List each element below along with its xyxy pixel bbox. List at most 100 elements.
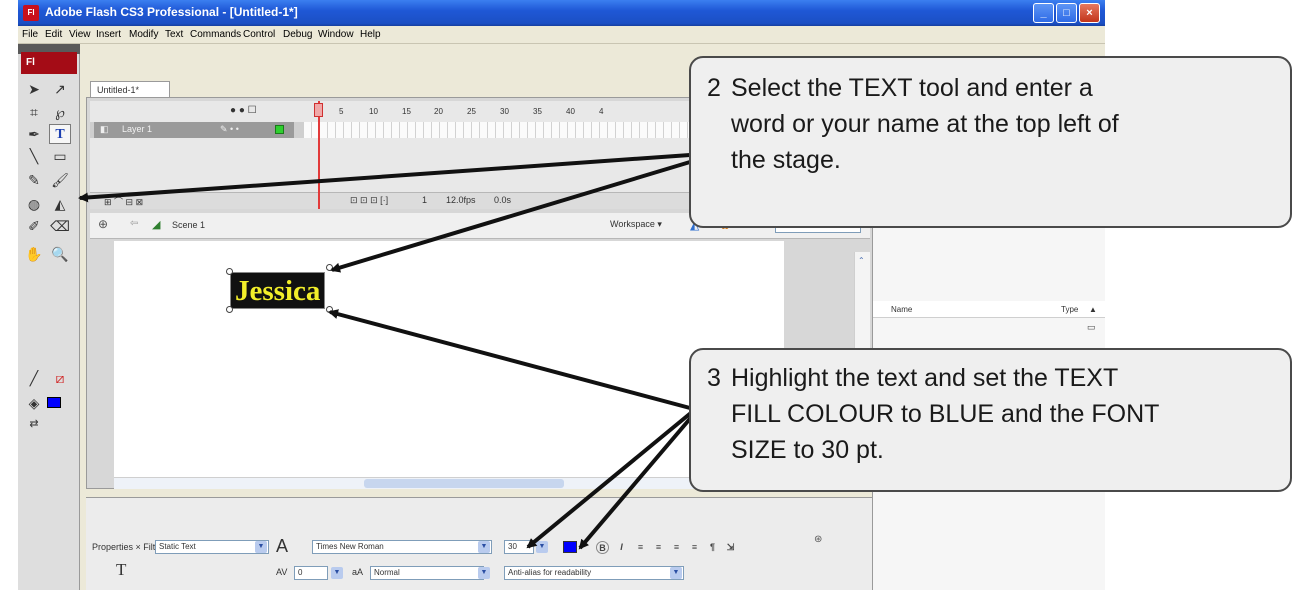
menu-insert[interactable]: Insert bbox=[96, 29, 121, 40]
close-button[interactable]: × bbox=[1079, 3, 1100, 23]
callout-step-3: 3 Highlight the text and set the TEXT FI… bbox=[689, 348, 1292, 492]
minimize-button[interactable]: _ bbox=[1033, 3, 1054, 23]
anti-alias-select[interactable]: Anti-alias for readability bbox=[504, 566, 684, 580]
playhead[interactable] bbox=[318, 101, 320, 209]
paragraph-icon[interactable]: ¶ bbox=[706, 541, 719, 554]
align-center-icon[interactable]: ≡ bbox=[652, 541, 665, 554]
pencil-icon: ✎ • • bbox=[220, 124, 239, 134]
menu-modify[interactable]: Modify bbox=[129, 29, 158, 40]
scene-name[interactable]: Scene 1 bbox=[172, 220, 205, 230]
frame-num: 25 bbox=[467, 107, 476, 116]
text-fill-color-swatch[interactable] bbox=[563, 541, 577, 553]
letter-spacing-field[interactable]: 0 bbox=[294, 566, 328, 580]
frame-rate: 12.0fps bbox=[446, 195, 476, 205]
font-icon: A bbox=[276, 536, 289, 556]
font-size-field[interactable]: 30 bbox=[504, 540, 534, 554]
selection-handle[interactable] bbox=[326, 306, 333, 313]
baseline-select[interactable]: Normal bbox=[370, 566, 484, 580]
align-left-icon[interactable]: ≡ bbox=[634, 541, 647, 554]
text-tool-icon[interactable]: T bbox=[49, 124, 71, 144]
menu-view[interactable]: View bbox=[69, 29, 91, 40]
swap-colors-icon[interactable]: ⇄ bbox=[23, 414, 45, 434]
layer-buttons-icon[interactable]: ⊞ ⌒ ⊟ ⊠ bbox=[104, 195, 143, 208]
library-col-type[interactable]: Type bbox=[1061, 305, 1078, 314]
callout-line: FILL COLOUR to BLUE and the FONT bbox=[731, 400, 1160, 428]
frame-num: 5 bbox=[339, 107, 344, 116]
eyedropper-tool-icon[interactable]: ✐ bbox=[23, 216, 45, 236]
zoom-tool-icon[interactable]: 🔍 bbox=[49, 244, 71, 264]
maximize-button[interactable]: □ bbox=[1056, 3, 1077, 23]
scroll-up-icon[interactable]: ⌃ bbox=[858, 256, 865, 265]
subselection-tool-icon[interactable]: ↗ bbox=[49, 79, 71, 99]
document-tab[interactable]: Untitled-1* bbox=[90, 81, 170, 98]
playhead-head[interactable] bbox=[314, 103, 323, 117]
flash-logo: Fl bbox=[21, 52, 77, 74]
paint-bucket-tool-icon[interactable]: ◭ bbox=[49, 194, 71, 214]
selection-handle[interactable] bbox=[226, 306, 233, 313]
lasso-tool-icon[interactable]: ℘ bbox=[49, 102, 71, 122]
current-frame: 1 bbox=[422, 195, 428, 205]
menu-debug[interactable]: Debug bbox=[283, 29, 312, 40]
frame-num: 20 bbox=[434, 107, 443, 116]
selection-tool-icon[interactable]: ➤ bbox=[23, 79, 45, 99]
eraser-tool-icon[interactable]: ⌫ bbox=[49, 216, 71, 236]
fill-color-swatch[interactable] bbox=[47, 397, 61, 408]
text-type-select[interactable]: Static Text bbox=[155, 540, 269, 554]
stroke-color-icon[interactable]: ╱ bbox=[23, 368, 45, 388]
callout-line: Highlight the text and set the TEXT bbox=[731, 364, 1119, 392]
dropdown-arrow-icon[interactable]: ▼ bbox=[331, 567, 343, 579]
selection-handle[interactable] bbox=[326, 264, 333, 271]
library-menu-icon[interactable]: ▭ bbox=[1087, 322, 1096, 333]
callout-line: Select the TEXT tool and enter a bbox=[731, 74, 1093, 102]
help-icon[interactable]: ⊛ bbox=[814, 534, 822, 545]
dropdown-arrow-icon[interactable]: ▼ bbox=[478, 541, 490, 553]
baseline-icon: aA bbox=[352, 567, 364, 577]
callout-line: word or your name at the top left of bbox=[731, 110, 1119, 138]
pencil-tool-icon[interactable]: ✎ bbox=[23, 170, 45, 190]
align-right-icon[interactable]: ≡ bbox=[670, 541, 683, 554]
callout-line: SIZE to 30 pt. bbox=[731, 436, 884, 464]
back-arrow-icon[interactable]: ⇦ bbox=[130, 218, 138, 229]
italic-icon[interactable]: I bbox=[615, 541, 628, 554]
justify-icon[interactable]: ≡ bbox=[688, 541, 701, 554]
stage-text-jessica[interactable]: Jessica bbox=[230, 272, 326, 309]
layer-name-box: ◧ Layer 1 ✎ • • bbox=[94, 122, 294, 138]
flash-app-icon: Fl bbox=[23, 5, 39, 21]
dropdown-arrow-icon[interactable]: ▼ bbox=[255, 541, 267, 553]
selection-handle[interactable] bbox=[226, 268, 233, 275]
dropdown-arrow-icon[interactable]: ▼ bbox=[478, 567, 490, 579]
scroll-thumb[interactable] bbox=[364, 479, 564, 488]
sort-icon[interactable]: ▲ bbox=[1089, 305, 1097, 314]
dropdown-arrow-icon[interactable]: ▼ bbox=[670, 567, 682, 579]
hand-tool-icon[interactable]: ✋ bbox=[23, 244, 45, 264]
ink-bottle-tool-icon[interactable]: ◍ bbox=[23, 194, 45, 214]
brush-tool-icon[interactable]: 🖌 bbox=[49, 170, 71, 190]
font-size-arrow-icon[interactable]: ▼ bbox=[536, 541, 548, 553]
menu-commands[interactable]: Commands bbox=[190, 29, 241, 40]
free-transform-tool-icon[interactable]: ⌗ bbox=[23, 102, 45, 122]
library-header: Name Type ▲ bbox=[873, 301, 1105, 318]
callout-number: 2 bbox=[707, 74, 721, 102]
workspace-button[interactable]: Workspace ▾ bbox=[610, 219, 662, 230]
elapsed-time: 0.0s bbox=[494, 195, 512, 205]
onion-skin-icons[interactable]: ⊡ ⊡ ⊡ [·] bbox=[350, 195, 388, 206]
bold-icon[interactable]: B bbox=[596, 541, 609, 554]
frame-num: 15 bbox=[402, 107, 411, 116]
pen-tool-icon[interactable]: ✒ bbox=[23, 124, 45, 144]
menu-help[interactable]: Help bbox=[360, 29, 381, 40]
menu-text[interactable]: Text bbox=[165, 29, 183, 40]
menu-edit[interactable]: Edit bbox=[45, 29, 62, 40]
text-direction-icon[interactable]: ⇲ bbox=[724, 541, 737, 554]
menu-file[interactable]: File bbox=[22, 29, 38, 40]
library-col-name[interactable]: Name bbox=[891, 305, 912, 314]
no-color-icon[interactable]: ⧄ bbox=[49, 368, 71, 388]
menu-window[interactable]: Window bbox=[318, 29, 354, 40]
stage[interactable]: Jessica bbox=[114, 241, 784, 477]
scene-icon: ◢ bbox=[152, 219, 161, 231]
window-title: Adobe Flash CS3 Professional - [Untitled… bbox=[45, 5, 298, 19]
line-tool-icon[interactable]: ╲ bbox=[23, 146, 45, 166]
font-select[interactable]: Times New Roman bbox=[312, 540, 492, 554]
letter-spacing-icon: AV bbox=[276, 567, 288, 577]
rectangle-tool-icon[interactable]: ▭ bbox=[49, 146, 71, 166]
menu-control[interactable]: Control bbox=[243, 29, 275, 40]
